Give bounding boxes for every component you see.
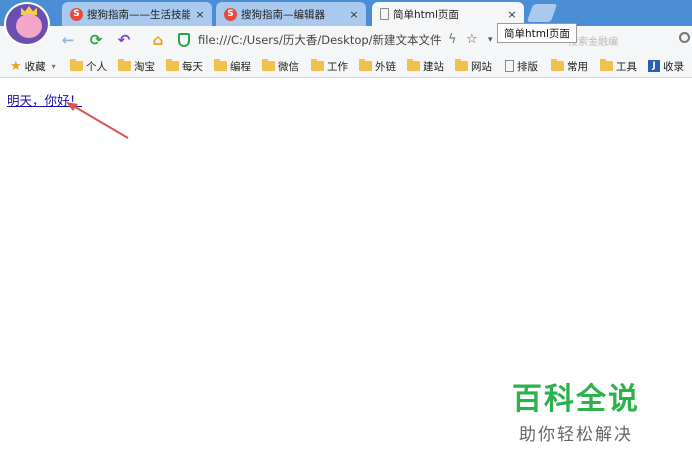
j-icon: J bbox=[648, 60, 660, 72]
star-icon: ★ bbox=[10, 58, 22, 74]
bookmark-page[interactable]: 排版 bbox=[505, 58, 538, 74]
bookmark-label: 每天 bbox=[182, 60, 203, 73]
page-icon bbox=[505, 60, 514, 72]
search-icon[interactable] bbox=[679, 32, 690, 43]
back-button[interactable]: ← bbox=[58, 30, 78, 50]
bookmark-label: 外链 bbox=[375, 60, 396, 73]
folder-icon bbox=[455, 59, 468, 71]
watermark-title: 百科全说 bbox=[512, 382, 640, 417]
page-content: 明天，你好！ 百科全说 助你轻松解决 bbox=[0, 79, 692, 470]
bookmark-folder[interactable]: 建站 bbox=[407, 58, 444, 74]
bookmark-label: 收录 bbox=[663, 60, 684, 73]
bookmark-j[interactable]: J 收录 bbox=[648, 58, 684, 74]
address-text: file:///C:/Users/历大香/Desktop/新建文本文件 bbox=[198, 33, 442, 47]
bookmark-folder[interactable]: 每天 bbox=[166, 58, 203, 74]
bookmark-folder[interactable]: 淘宝 bbox=[118, 58, 155, 74]
pig-icon bbox=[16, 14, 42, 38]
sogou-icon: S bbox=[224, 7, 237, 21]
bookmark-label: 工具 bbox=[616, 60, 637, 73]
bookmark-folder[interactable]: 工作 bbox=[311, 58, 348, 74]
folder-icon bbox=[70, 59, 83, 71]
bookmark-label: 编程 bbox=[230, 60, 251, 73]
page-icon bbox=[380, 8, 389, 20]
folder-icon bbox=[311, 59, 324, 71]
bookmarks-bar: ★ 收藏 ▾ 个人 淘宝 每天 编程 微信 工作 外链 建站 网站 排版 常用 … bbox=[0, 54, 692, 78]
refresh-button[interactable]: ⟳ bbox=[86, 30, 106, 50]
annotation-arrow bbox=[66, 102, 129, 139]
tab-sogou-life[interactable]: S 搜狗指南——生活技能百 × bbox=[62, 2, 212, 26]
tab-title: 搜狗指南——生活技能百 bbox=[87, 8, 190, 21]
sogou-icon: S bbox=[70, 7, 83, 21]
close-icon[interactable]: × bbox=[506, 8, 518, 21]
bookmark-folder[interactable]: 外链 bbox=[359, 58, 396, 74]
bookmark-folder[interactable]: 微信 bbox=[262, 58, 299, 74]
close-icon[interactable]: × bbox=[348, 8, 360, 21]
folder-icon bbox=[118, 59, 131, 71]
bookmark-label: 网站 bbox=[471, 60, 492, 73]
tab-strip: S 搜狗指南——生活技能百 × S 搜狗指南—编辑器 × 简单html页面 × bbox=[0, 0, 692, 46]
bookmark-label: 工作 bbox=[327, 60, 348, 73]
close-icon[interactable]: × bbox=[194, 8, 206, 21]
bookmark-label: 排版 bbox=[517, 60, 538, 73]
folder-icon bbox=[166, 59, 179, 71]
folder-icon bbox=[600, 59, 613, 71]
folder-icon bbox=[551, 59, 564, 71]
bookmark-favorites[interactable]: ★ 收藏 ▾ bbox=[10, 58, 56, 74]
bookmark-folder[interactable]: 常用 bbox=[551, 58, 588, 74]
bookmark-label: 微信 bbox=[278, 60, 299, 73]
new-tab-button[interactable] bbox=[526, 4, 558, 22]
bookmark-folder[interactable]: 个人 bbox=[70, 58, 107, 74]
chevron-down-icon: ▾ bbox=[51, 61, 56, 71]
star-icon[interactable]: ☆ bbox=[466, 32, 478, 47]
folder-icon bbox=[262, 59, 275, 71]
tab-tooltip: 简单html页面 bbox=[497, 23, 577, 43]
chevron-down-icon[interactable]: ▾ bbox=[488, 35, 493, 45]
tab-title: 搜狗指南—编辑器 bbox=[241, 8, 325, 21]
bookmark-folder[interactable]: 编程 bbox=[214, 58, 251, 74]
folder-icon bbox=[214, 59, 227, 71]
bookmark-folder[interactable]: 网站 bbox=[455, 58, 492, 74]
address-bar[interactable]: file:///C:/Users/历大香/Desktop/新建文本文件 bbox=[178, 29, 454, 51]
bookmark-label: 个人 bbox=[86, 60, 107, 73]
bookmark-folder[interactable]: 工具 bbox=[600, 58, 637, 74]
tab-title: 简单html页面 bbox=[393, 8, 459, 21]
bookmark-label: 建站 bbox=[423, 60, 444, 73]
search-box[interactable]: 搜索金融编 bbox=[560, 30, 692, 50]
bookmark-label: 常用 bbox=[567, 60, 588, 73]
bookmark-label: 淘宝 bbox=[134, 60, 155, 73]
watermark: 百科全说 助你轻松解决 bbox=[512, 374, 640, 445]
watermark-subtitle: 助你轻松解决 bbox=[519, 425, 633, 445]
home-button[interactable]: ⌂ bbox=[148, 30, 168, 50]
tab-sogou-editor[interactable]: S 搜狗指南—编辑器 × bbox=[216, 2, 366, 26]
shield-icon bbox=[178, 33, 190, 47]
lightning-icon[interactable]: ϟ bbox=[448, 32, 457, 47]
bookmark-label: 收藏 bbox=[24, 60, 46, 73]
folder-icon bbox=[359, 59, 372, 71]
undo-button[interactable]: ↶ bbox=[114, 30, 134, 50]
folder-icon bbox=[407, 59, 420, 71]
user-avatar[interactable] bbox=[4, 2, 50, 46]
toolbar: ← ⟳ ↶ ⌂ file:///C:/Users/历大香/Desktop/新建文… bbox=[0, 26, 692, 54]
